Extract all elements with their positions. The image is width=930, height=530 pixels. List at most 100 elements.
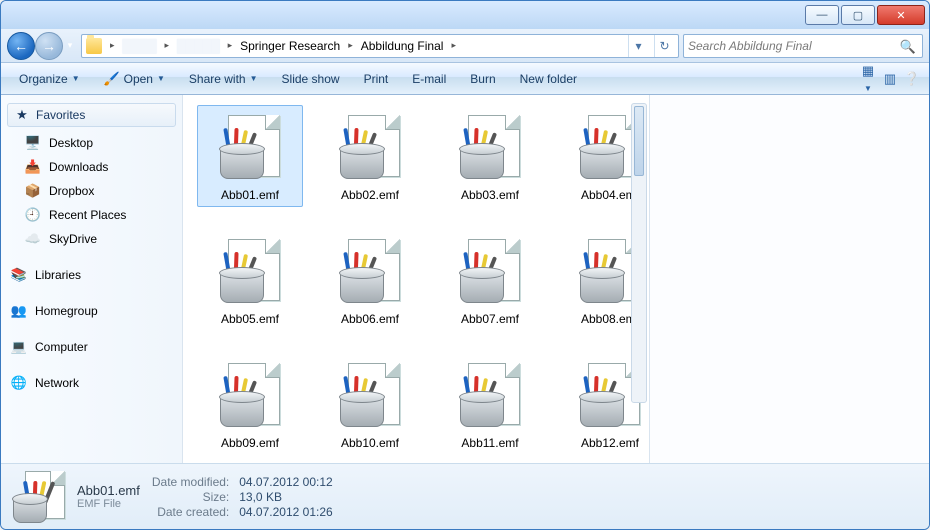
favorites-label: Favorites (36, 108, 85, 122)
details-modified-label: Date modified: (152, 475, 229, 489)
file-name-label: Abb02.emf (341, 188, 399, 202)
back-button[interactable]: ← (7, 32, 35, 60)
scrollbar[interactable] (631, 103, 647, 403)
favorites-header[interactable]: ★ Favorites (7, 103, 176, 127)
libraries-icon: 📚 (11, 267, 27, 283)
email-button[interactable]: E-mail (402, 68, 456, 90)
file-view[interactable]: Abb01.emfAbb02.emfAbb03.emfAbb04.emfAbb0… (183, 95, 649, 463)
chevron-right-icon: ▸ (348, 40, 353, 51)
file-thumbnail (454, 360, 526, 430)
details-filetype: EMF File (77, 498, 140, 510)
breadcrumb-segment[interactable]: Springer Research (240, 39, 340, 53)
details-created-label: Date created: (152, 505, 229, 519)
computer-icon: 💻 (11, 339, 27, 355)
search-icon: 🔍 (900, 39, 916, 55)
sidebar-item-computer[interactable]: 💻Computer (1, 335, 182, 359)
share-with-button[interactable]: Share with ▼ (179, 68, 268, 90)
close-button[interactable]: ✕ (877, 5, 925, 25)
details-created[interactable]: 04.07.2012 01:26 (239, 505, 332, 519)
skydrive-icon: ☁️ (25, 231, 41, 247)
search-placeholder: Search Abbildung Final (688, 39, 812, 53)
breadcrumb-hidden[interactable]: ████ (123, 39, 157, 53)
file-thumbnail (214, 360, 286, 430)
minimize-button[interactable]: — (805, 5, 839, 25)
file-thumbnail (334, 112, 406, 182)
sidebar-item-network[interactable]: 🌐Network (1, 371, 182, 395)
file-name-label: Abb11.emf (461, 436, 518, 450)
toolbar: Organize ▼ 🖌️ Open ▼ Share with ▼ Slide … (1, 63, 929, 95)
chevron-right-icon: ▸ (451, 40, 456, 51)
file-name-label: Abb10.emf (341, 436, 399, 450)
file-name-label: Abb12.emf (581, 436, 639, 450)
sidebar-item-desktop[interactable]: 🖥️Desktop (1, 131, 182, 155)
sidebar-item-downloads[interactable]: 📥Downloads (1, 155, 182, 179)
details-size-label: Size: (152, 490, 229, 504)
open-button[interactable]: 🖌️ Open ▼ (94, 67, 175, 91)
sidebar: ★ Favorites 🖥️Desktop 📥Downloads 📦Dropbo… (1, 95, 183, 463)
homegroup-icon: 👥 (11, 303, 27, 319)
file-item[interactable]: Abb07.emf (437, 229, 543, 331)
file-name-label: Abb07.emf (461, 312, 519, 326)
file-item[interactable]: Abb03.emf (437, 105, 543, 207)
forward-button[interactable]: → (35, 32, 63, 60)
file-item[interactable]: Abb01.emf (197, 105, 303, 207)
details-name-block: Abb01.emf EMF File (77, 483, 140, 510)
network-icon: 🌐 (11, 375, 27, 391)
chevron-right-icon: ▸ (165, 40, 170, 51)
address-bar[interactable]: ▸ ████ ▸ █████ ▸ Springer Research ▸ Abb… (81, 34, 679, 58)
sidebar-item-dropbox[interactable]: 📦Dropbox (1, 179, 182, 203)
slideshow-button[interactable]: Slide show (272, 68, 350, 90)
burn-button[interactable]: Burn (460, 68, 505, 90)
folder-icon (86, 38, 102, 54)
file-thumbnail (334, 236, 406, 306)
file-thumbnail (334, 360, 406, 430)
file-item[interactable]: Abb02.emf (317, 105, 423, 207)
file-name-label: Abb05.emf (221, 312, 279, 326)
sidebar-item-skydrive[interactable]: ☁️SkyDrive (1, 227, 182, 251)
file-item[interactable]: Abb05.emf (197, 229, 303, 331)
print-button[interactable]: Print (354, 68, 399, 90)
breadcrumb-segment[interactable]: Abbildung Final (361, 39, 444, 53)
details-properties: Date modified: 04.07.2012 00:12 Size: 13… (152, 475, 333, 519)
titlebar: — ▢ ✕ (1, 1, 929, 29)
address-dropdown[interactable]: ▾ (628, 35, 648, 57)
file-name-label: Abb06.emf (341, 312, 399, 326)
sidebar-item-libraries[interactable]: 📚Libraries (1, 263, 182, 287)
file-item[interactable]: Abb06.emf (317, 229, 423, 331)
file-thumbnail (214, 236, 286, 306)
sidebar-item-homegroup[interactable]: 👥Homegroup (1, 299, 182, 323)
file-thumbnail (454, 112, 526, 182)
nav-history: ← → ▾ (7, 32, 77, 60)
help-button[interactable]: ❔ (903, 71, 921, 87)
navbar: ← → ▾ ▸ ████ ▸ █████ ▸ Springer Research… (1, 29, 929, 63)
scrollbar-thumb[interactable] (634, 106, 644, 176)
file-item[interactable]: Abb10.emf (317, 353, 423, 455)
preview-pane (649, 95, 929, 463)
explorer-window: — ▢ ✕ ← → ▾ ▸ ████ ▸ █████ ▸ Springer Re… (0, 0, 930, 530)
details-filename: Abb01.emf (77, 483, 140, 498)
maximize-button[interactable]: ▢ (841, 5, 875, 25)
star-icon: ★ (14, 107, 30, 123)
file-name-label: Abb09.emf (221, 436, 279, 450)
search-input[interactable]: Search Abbildung Final 🔍 (683, 34, 923, 58)
file-item[interactable]: Abb11.emf (437, 353, 543, 455)
details-size[interactable]: 13,0 KB (239, 490, 332, 504)
download-icon: 📥 (25, 159, 41, 175)
refresh-button[interactable]: ↻ (654, 35, 674, 57)
details-thumbnail (13, 471, 65, 523)
dropbox-icon: 📦 (25, 183, 41, 199)
details-modified[interactable]: 04.07.2012 00:12 (239, 475, 332, 489)
file-item[interactable]: Abb09.emf (197, 353, 303, 455)
file-name-label: Abb01.emf (221, 188, 279, 202)
history-dropdown[interactable]: ▾ (63, 40, 77, 51)
desktop-icon: 🖥️ (25, 135, 41, 151)
recent-icon: 🕘 (25, 207, 41, 223)
new-folder-button[interactable]: New folder (510, 68, 587, 90)
sidebar-item-recent[interactable]: 🕘Recent Places (1, 203, 182, 227)
view-options-button[interactable]: ▦ ▼ (859, 63, 877, 94)
breadcrumb-hidden[interactable]: █████ (177, 39, 220, 53)
preview-pane-button[interactable]: ▥ (881, 71, 899, 87)
organize-button[interactable]: Organize ▼ (9, 68, 90, 90)
open-icon: 🖌️ (104, 71, 120, 87)
chevron-right-icon: ▸ (110, 40, 115, 51)
